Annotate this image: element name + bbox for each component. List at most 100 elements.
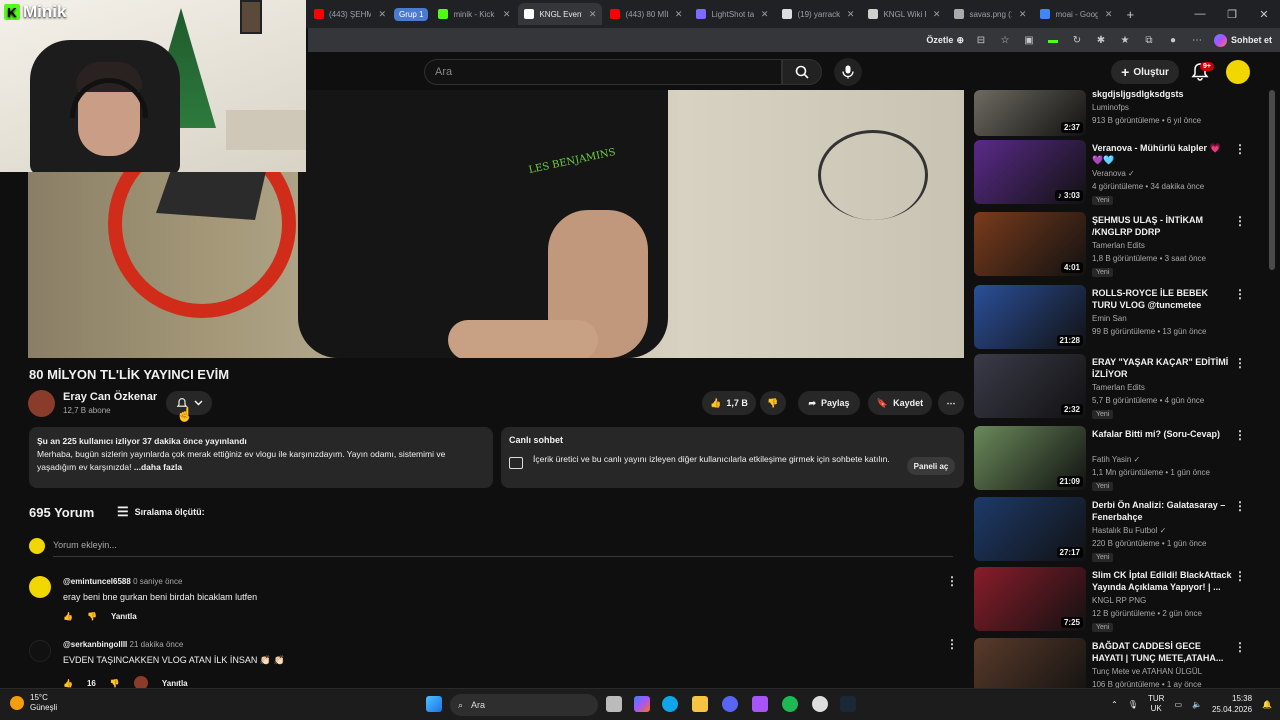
recommendation-title[interactable]: skgdjsljgsdlgksdgsts bbox=[1092, 88, 1232, 100]
tab-close-icon[interactable]: ✕ bbox=[1019, 9, 1027, 20]
tab-close-icon[interactable]: ✕ bbox=[675, 9, 683, 20]
video-thumbnail[interactable]: 21:28 bbox=[974, 285, 1086, 349]
refresh-icon[interactable]: ↻ bbox=[1070, 33, 1084, 47]
video-thumbnail[interactable]: 2:37 bbox=[974, 90, 1086, 136]
language-indicator[interactable]: TUR UK bbox=[1148, 694, 1164, 714]
recommendation-menu-icon[interactable]: ⋮ bbox=[1234, 569, 1246, 583]
puzzle-icon[interactable]: ✱ bbox=[1094, 33, 1108, 47]
app-icon[interactable] bbox=[752, 696, 768, 712]
comment-menu-icon[interactable]: ⋮ bbox=[946, 637, 958, 651]
edge-icon[interactable] bbox=[662, 696, 678, 712]
create-button[interactable]: + Oluştur bbox=[1111, 60, 1179, 84]
recommendation-title[interactable]: ERAY "YAŞAR KAÇAR" EDİTİMİ İZLİYOR bbox=[1092, 356, 1232, 380]
recommendation-channel[interactable]: Hastalık Bu Futbol ✓ bbox=[1092, 525, 1166, 537]
recommendation-channel[interactable]: Veranova ✓ bbox=[1092, 168, 1135, 180]
commenter-avatar[interactable] bbox=[29, 640, 51, 662]
windows-start-icon[interactable] bbox=[426, 696, 442, 712]
channel-name[interactable]: Eray Can Özkenar bbox=[63, 391, 157, 403]
recommendation-channel[interactable]: KNGL RP PNG bbox=[1092, 595, 1146, 607]
share-button[interactable]: ➦ Paylaş bbox=[798, 391, 860, 415]
chevron-up-icon[interactable]: ⌃ bbox=[1111, 700, 1118, 709]
minimize-icon[interactable]: — bbox=[1184, 8, 1216, 20]
close-icon[interactable]: ✕ bbox=[1248, 8, 1280, 21]
scrollbar[interactable] bbox=[1269, 90, 1275, 270]
restore-icon[interactable]: ❐ bbox=[1216, 8, 1248, 21]
recommendation-title[interactable]: Derbi Ön Analizi: Galatasaray – Fenerbah… bbox=[1092, 499, 1232, 523]
tab-close-icon[interactable]: ✕ bbox=[1105, 9, 1113, 20]
recommendation-channel[interactable]: Fatih Yasin ✓ bbox=[1092, 454, 1140, 466]
recommendation-title[interactable]: BAĞDAT CADDESİ GECE HAYATI | TUNÇ METE,A… bbox=[1092, 640, 1232, 664]
profile-icon[interactable]: ● bbox=[1166, 33, 1180, 47]
like-button[interactable]: 👍 1,7 B bbox=[702, 391, 756, 415]
browser-tab[interactable]: savas.png (1) ✕ bbox=[948, 3, 1032, 25]
recommendation-item[interactable]: ♪ 3:03 Veranova - Mühürlü kalpler 💗 💜🩵 Ver… bbox=[974, 140, 1274, 205]
recommendation-channel[interactable]: Tunç Mete ve ATAHAN ÜLGÜL bbox=[1092, 666, 1202, 678]
like-comment-icon[interactable]: 👍 bbox=[63, 679, 73, 688]
microphone-tray-icon[interactable]: 🎙 bbox=[1128, 700, 1138, 709]
more-icon[interactable]: ⋯ bbox=[1190, 33, 1204, 47]
reply-button[interactable]: Yanıtla bbox=[111, 612, 137, 621]
recommendation-menu-icon[interactable]: ⋮ bbox=[1234, 499, 1246, 513]
browser-tab[interactable]: (19) yarrack o ✕ bbox=[776, 3, 860, 25]
save-button[interactable]: 🔖 Kaydet bbox=[868, 391, 932, 415]
dislike-comment-icon[interactable]: 👎 bbox=[110, 679, 120, 688]
new-tab-button[interactable]: + bbox=[1126, 7, 1134, 22]
browser-tab[interactable]: moai - Google ✕ bbox=[1034, 3, 1118, 25]
browser-tab[interactable]: KNGL Wiki Pl ✕ bbox=[862, 3, 946, 25]
recommendation-channel[interactable]: Tamerlan Edits bbox=[1092, 240, 1145, 252]
more-actions-button[interactable]: ⋯ bbox=[938, 391, 964, 415]
recommendation-menu-icon[interactable]: ⋮ bbox=[1234, 640, 1246, 654]
video-thumbnail[interactable]: 21:09 bbox=[974, 426, 1086, 490]
comment-menu-icon[interactable]: ⋮ bbox=[946, 574, 958, 588]
summarize-button[interactable]: Özetle ⊕ bbox=[926, 35, 964, 46]
voice-search-button[interactable] bbox=[834, 58, 862, 86]
display-icon[interactable]: ▭ bbox=[1174, 700, 1182, 709]
recommendation-item[interactable]: 7:25 Slim CK İptal Edildi! BlackAttack Ya… bbox=[974, 567, 1274, 632]
recommendation-item[interactable]: 4:01 ŞEHMUS ULAŞ - İNTİKAM /KNGLRP DDRP Ta… bbox=[974, 212, 1274, 277]
tab-close-icon[interactable]: ✕ bbox=[503, 9, 511, 20]
recommendation-title[interactable]: ŞEHMUS ULAŞ - İNTİKAM /KNGLRP DDRP bbox=[1092, 214, 1232, 238]
recommendation-title[interactable]: Veranova - Mühürlü kalpler 💗 💜🩵 bbox=[1092, 142, 1232, 166]
video-thumbnail[interactable]: ♪ 3:03 bbox=[974, 140, 1086, 204]
notifications-icon[interactable]: 🔔 bbox=[1262, 700, 1272, 709]
user-avatar[interactable] bbox=[1226, 60, 1250, 84]
recommendation-menu-icon[interactable]: ⋮ bbox=[1234, 287, 1246, 301]
recommendation-menu-icon[interactable]: ⋮ bbox=[1234, 428, 1246, 442]
sort-comments-button[interactable]: ☰ Sıralama ölçütü: bbox=[117, 504, 205, 520]
video-thumbnail[interactable]: 2:32 bbox=[974, 354, 1086, 418]
browser-tab[interactable]: (443) ŞEHMUS ✕ bbox=[308, 3, 392, 25]
volume-icon[interactable]: 🔈 bbox=[1192, 700, 1202, 709]
add-comment-input[interactable]: Yorum ekleyin... bbox=[53, 540, 117, 550]
copilot-chat-button[interactable]: Sohbet et bbox=[1213, 33, 1272, 47]
star-icon[interactable]: ☆ bbox=[998, 33, 1012, 47]
dislike-comment-icon[interactable]: 👎 bbox=[87, 612, 97, 621]
tab-close-icon[interactable]: ✕ bbox=[589, 9, 597, 20]
recommendation-menu-icon[interactable]: ⋮ bbox=[1234, 356, 1246, 370]
recommendation-channel[interactable]: Emin San bbox=[1092, 313, 1127, 325]
recommendation-menu-icon[interactable]: ⋮ bbox=[1234, 142, 1246, 156]
video-description[interactable]: Şu an 225 kullanıcı izliyor 37 dakika ön… bbox=[29, 427, 493, 488]
show-more-link[interactable]: ...daha fazla bbox=[134, 462, 182, 472]
tab-close-icon[interactable]: ✕ bbox=[933, 9, 941, 20]
discord-icon[interactable] bbox=[722, 696, 738, 712]
tab-close-icon[interactable]: ✕ bbox=[378, 9, 386, 20]
recommendation-item[interactable]: 27:17 Derbi Ön Analizi: Galatasaray – Fen… bbox=[974, 497, 1274, 562]
dislike-button[interactable]: 👎 bbox=[760, 391, 786, 415]
recommendation-item[interactable]: 2:32 ERAY "YAŞAR KAÇAR" EDİTİMİ İZLİYOR Ta… bbox=[974, 354, 1274, 419]
commenter-avatar[interactable] bbox=[29, 576, 51, 598]
browser-tab[interactable]: KNGL Event - ✕ bbox=[518, 3, 603, 25]
recommendation-title[interactable]: Slim CK İptal Edildi! BlackAttack Yayınd… bbox=[1092, 569, 1232, 593]
spotify-icon[interactable] bbox=[782, 696, 798, 712]
recommendation-menu-icon[interactable]: ⋮ bbox=[1234, 214, 1246, 228]
file-explorer-icon[interactable] bbox=[692, 696, 708, 712]
read-mode-icon[interactable]: ⊟ bbox=[974, 33, 988, 47]
taskbar-search[interactable]: ⌕ Ara bbox=[450, 694, 598, 716]
collections-icon[interactable]: ⧉ bbox=[1142, 33, 1156, 47]
like-comment-icon[interactable]: 👍 bbox=[63, 612, 73, 621]
video-thumbnail[interactable]: 27:17 bbox=[974, 497, 1086, 561]
recommendation-title[interactable]: ROLLS-ROYCE İLE BEBEK TURU VLOG @tuncmet… bbox=[1092, 287, 1232, 311]
recommendation-title[interactable]: Kafalar Bitti mi? (Soru-Cevap) bbox=[1092, 428, 1232, 440]
task-view-icon[interactable] bbox=[606, 696, 622, 712]
reply-button[interactable]: Yanıtla bbox=[162, 679, 188, 688]
video-thumbnail[interactable]: 4:01 bbox=[974, 212, 1086, 276]
